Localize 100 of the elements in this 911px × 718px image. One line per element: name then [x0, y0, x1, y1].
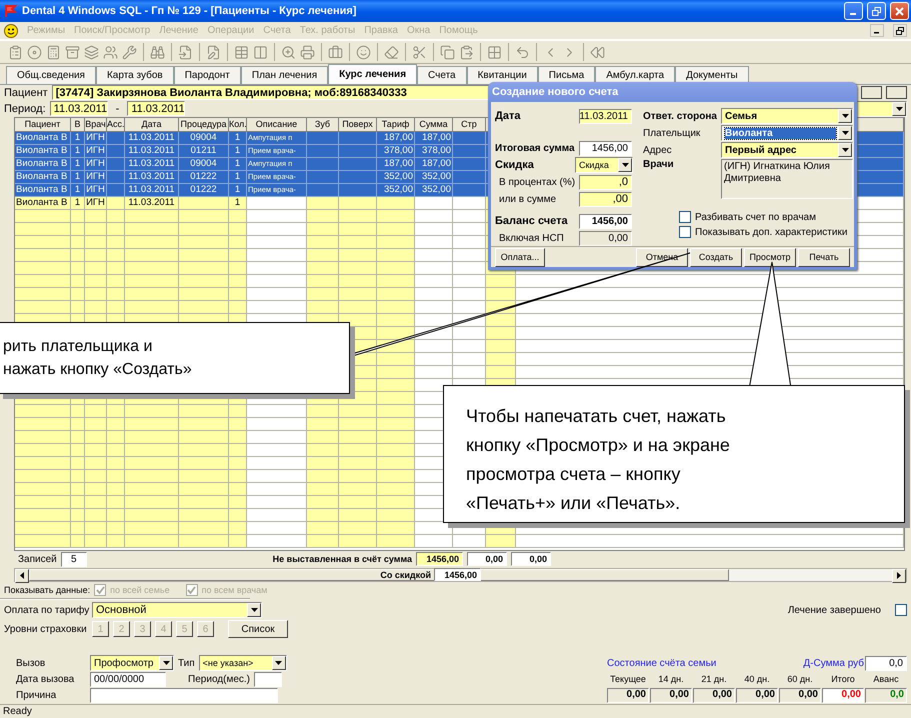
table-cell[interactable]: 11.03.2011 [125, 158, 179, 171]
address-dropdown[interactable]: Первый адрес [721, 142, 853, 158]
payer-dropdown[interactable]: Виоланта [721, 125, 853, 141]
table-cell[interactable]: 01222 [179, 184, 229, 197]
tab[interactable]: План лечения [240, 66, 328, 84]
date-field[interactable]: 00/00/0000 [90, 672, 166, 686]
table-cell[interactable]: 187,00 [377, 158, 415, 171]
table-cell[interactable]: ИГН [85, 197, 107, 210]
table-cell[interactable]: 11.03.2011 [125, 171, 179, 184]
scissors-icon[interactable] [412, 44, 427, 60]
table-cell[interactable]: Виоланта В [15, 184, 71, 197]
period-field[interactable] [254, 672, 282, 686]
dialog-button[interactable]: Просмотр [744, 248, 796, 266]
reason-field[interactable] [90, 688, 278, 703]
call-dropdown[interactable]: Профосмотр [90, 655, 174, 671]
calculator-icon[interactable] [46, 44, 61, 60]
table-cell[interactable]: Виоланта В [15, 197, 71, 210]
table-cell[interactable]: 11.03.2011 [125, 145, 179, 158]
horizontal-scrollbar[interactable]: Со скидкой 1456,00 [14, 568, 907, 582]
checkbox[interactable] [679, 226, 691, 238]
discount-dropdown[interactable]: Скидка [575, 157, 633, 173]
table-cell[interactable]: 1 [71, 145, 85, 158]
table-icon[interactable] [234, 44, 249, 60]
table-cell[interactable]: 1 [229, 197, 247, 210]
zoom-in-icon[interactable] [281, 44, 296, 60]
rewind-icon[interactable] [590, 44, 605, 60]
table-cell[interactable]: 378,00 [377, 145, 415, 158]
tab[interactable]: Общ.сведения [6, 66, 96, 84]
percent-field[interactable]: ,0 [579, 174, 632, 190]
undo-icon[interactable] [515, 44, 530, 60]
date-field[interactable]: 11.03.2011 [50, 101, 108, 116]
table-cell[interactable]: 1 [229, 158, 247, 171]
dialog-button[interactable]: Печать [798, 248, 850, 266]
binoculars-icon[interactable] [150, 44, 165, 60]
checkbox[interactable] [679, 211, 691, 223]
tab[interactable]: Квитанции [466, 66, 538, 84]
amount-field[interactable]: ,00 [579, 192, 632, 206]
dialog-button[interactable]: Создать [690, 248, 742, 266]
table-cell[interactable]: 1 [71, 132, 85, 145]
tab[interactable]: Счета [417, 66, 467, 84]
eraser-icon[interactable] [384, 44, 399, 60]
table-cell[interactable]: 1 [71, 197, 85, 210]
table-cell[interactable]: 187,00 [415, 132, 453, 145]
type-dropdown[interactable]: <не указан> [198, 655, 287, 671]
table-cell[interactable]: 1 [71, 158, 85, 171]
table-cell[interactable]: ИГН [85, 132, 107, 145]
table-cell[interactable]: 1 [229, 184, 247, 197]
smile-icon[interactable] [356, 44, 371, 60]
disc-icon[interactable] [27, 44, 42, 60]
table-cell[interactable]: 352,00 [415, 184, 453, 197]
table-cell[interactable]: 11.03.2011 [125, 197, 179, 210]
responsible-dropdown[interactable]: Семья [721, 108, 853, 124]
briefcase-icon[interactable] [328, 44, 343, 60]
dialog-button[interactable]: Оплата... [495, 248, 545, 266]
date-field[interactable]: 11.03.2011 [579, 108, 632, 124]
file-edit-icon[interactable] [206, 44, 221, 60]
printer-icon[interactable] [300, 44, 315, 60]
table-cell[interactable]: ИГН [85, 184, 107, 197]
table-cell[interactable]: 09004 [179, 158, 229, 171]
table-cell[interactable]: 378,00 [415, 145, 453, 158]
tariff-dropdown[interactable]: Основной [92, 602, 262, 618]
copy-icon[interactable] [440, 44, 455, 60]
checkbox[interactable] [895, 604, 907, 616]
table-cell[interactable]: Виоланта В [15, 145, 71, 158]
table-cell[interactable]: 1 [229, 132, 247, 145]
table-cell[interactable]: 01222 [179, 171, 229, 184]
paste-icon[interactable] [459, 44, 474, 60]
file-icon[interactable] [178, 44, 193, 60]
table-cell[interactable]: ИГН [85, 145, 107, 158]
columns-icon[interactable] [253, 44, 268, 60]
clipboard-list-icon[interactable] [8, 44, 23, 60]
table-cell[interactable]: 352,00 [377, 184, 415, 197]
table-cell[interactable]: ИГН [85, 158, 107, 171]
table-cell[interactable]: ИГН [85, 171, 107, 184]
table-cell[interactable]: 01211 [179, 145, 229, 158]
table-cell[interactable]: 187,00 [415, 158, 453, 171]
table-cell[interactable]: Виоланта В [15, 158, 71, 171]
scroll-left-icon[interactable] [15, 568, 29, 582]
table-cell[interactable]: 1 [229, 171, 247, 184]
tab[interactable]: Курс лечения [328, 64, 418, 84]
tab[interactable]: Карта зубов [96, 66, 174, 84]
table-cell[interactable]: Виоланта В [15, 132, 71, 145]
layers-icon[interactable] [84, 44, 99, 60]
total-field[interactable]: 1456,00 [579, 140, 632, 156]
date-field[interactable]: 11.03.2011 [127, 101, 186, 116]
table-cell[interactable]: 1 [71, 171, 85, 184]
minimize-button[interactable] [870, 24, 884, 37]
close-button[interactable] [890, 2, 909, 20]
table-cell[interactable]: 1 [71, 184, 85, 197]
users-icon[interactable] [103, 44, 118, 60]
restore-button[interactable] [893, 24, 907, 37]
grid-icon[interactable] [487, 44, 502, 60]
wrench-icon[interactable] [122, 44, 137, 60]
table-cell[interactable]: 11.03.2011 [125, 132, 179, 145]
table-cell[interactable]: 352,00 [415, 171, 453, 184]
table-cell[interactable]: Виоланта В [15, 171, 71, 184]
table-cell[interactable]: 1 [229, 145, 247, 158]
list-button[interactable]: Список [228, 620, 288, 638]
table-cell[interactable]: 09004 [179, 132, 229, 145]
archive-icon[interactable] [65, 44, 80, 60]
